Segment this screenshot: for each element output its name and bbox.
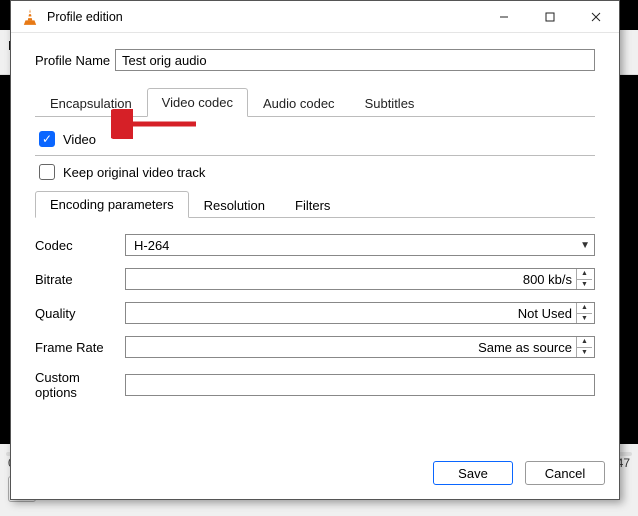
profile-name-input[interactable]	[115, 49, 595, 71]
tab-subtitles[interactable]: Subtitles	[350, 89, 430, 117]
framerate-value: Same as source	[134, 340, 576, 355]
sub-tabs: Encoding parameters Resolution Filters	[35, 190, 595, 217]
maximize-button[interactable]	[527, 1, 573, 32]
custom-options-input[interactable]	[125, 374, 595, 396]
bitrate-spinner[interactable]: ▲▼	[576, 269, 592, 289]
bitrate-label: Bitrate	[35, 272, 125, 287]
dialog-footer: Save Cancel	[11, 451, 619, 499]
subtab-resolution[interactable]: Resolution	[189, 192, 280, 218]
quality-input[interactable]: Not Used ▲▼	[125, 302, 595, 324]
minimize-button[interactable]	[481, 1, 527, 32]
video-checkbox[interactable]	[39, 131, 55, 147]
framerate-label: Frame Rate	[35, 340, 125, 355]
codec-label: Codec	[35, 238, 125, 253]
quality-value: Not Used	[134, 306, 576, 321]
quality-label: Quality	[35, 306, 125, 321]
profile-edition-dialog: Profile edition Profile Name Encapsulati…	[10, 0, 620, 500]
custom-options-label: Custom options	[35, 370, 125, 400]
main-tabs: Encapsulation Video codec Audio codec Su…	[35, 87, 595, 116]
close-button[interactable]	[573, 1, 619, 32]
quality-spinner[interactable]: ▲▼	[576, 303, 592, 323]
chevron-down-icon: ▼	[580, 240, 590, 251]
vlc-cone-icon	[21, 8, 39, 26]
keep-original-checkbox[interactable]	[39, 164, 55, 180]
save-button[interactable]: Save	[433, 461, 513, 485]
codec-select[interactable]: H-264 ▼	[125, 234, 595, 256]
tab-audio-codec[interactable]: Audio codec	[248, 89, 350, 117]
framerate-input[interactable]: Same as source ▲▼	[125, 336, 595, 358]
framerate-spinner[interactable]: ▲▼	[576, 337, 592, 357]
tab-encapsulation[interactable]: Encapsulation	[35, 89, 147, 117]
subtab-filters[interactable]: Filters	[280, 192, 345, 218]
video-checkbox-label: Video	[63, 132, 96, 147]
subtab-encoding[interactable]: Encoding parameters	[35, 191, 189, 218]
bitrate-input[interactable]: 800 kb/s ▲▼	[125, 268, 595, 290]
dialog-title: Profile edition	[47, 10, 481, 24]
cancel-button[interactable]: Cancel	[525, 461, 605, 485]
bitrate-value: 800 kb/s	[134, 272, 576, 287]
profile-name-label: Profile Name	[35, 53, 115, 68]
titlebar: Profile edition	[11, 1, 619, 33]
codec-value: H-264	[134, 238, 169, 253]
keep-original-label: Keep original video track	[63, 165, 205, 180]
tab-video-codec[interactable]: Video codec	[147, 88, 248, 117]
